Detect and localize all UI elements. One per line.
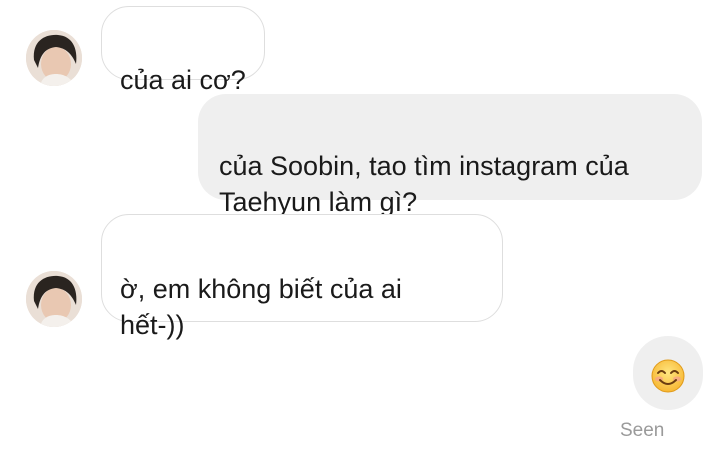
message-text: ờ, em không biết của ai hết-)): [120, 274, 402, 340]
message-bubble-incoming[interactable]: của ai cơ?: [101, 6, 265, 95]
emoji-message-bubble[interactable]: [633, 336, 703, 410]
contact-avatar[interactable]: [26, 30, 82, 86]
smiling-face-emoji-icon: [651, 359, 685, 393]
message-bubble-outgoing[interactable]: của Soobin, tao tìm instagram của Taehyu…: [198, 94, 702, 217]
message-text: của ai cơ?: [120, 65, 246, 95]
avatar-photo: [26, 271, 82, 327]
message-text: của Soobin, tao tìm instagram của Taehyu…: [219, 151, 629, 217]
avatar-photo: [26, 30, 82, 86]
seen-status: Seen: [620, 420, 665, 441]
message-bubble-incoming[interactable]: ờ, em không biết của ai hết-)): [101, 214, 503, 340]
contact-avatar[interactable]: [26, 271, 82, 327]
